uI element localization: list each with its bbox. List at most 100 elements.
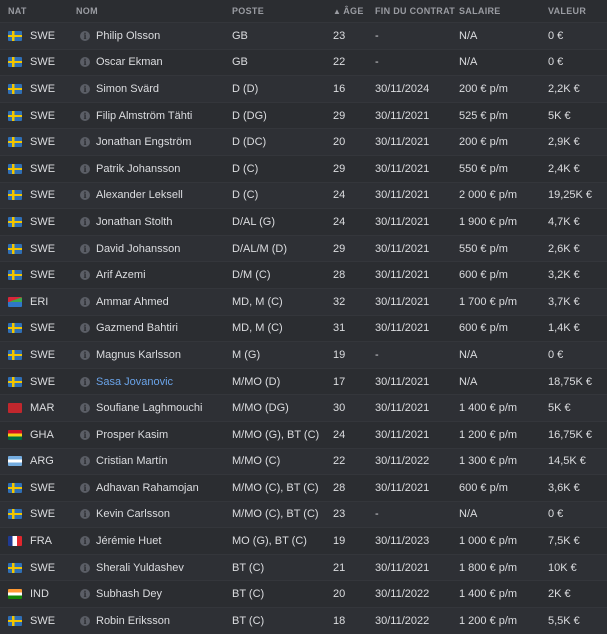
info-icon[interactable]: i — [80, 349, 90, 360]
player-name[interactable]: Sherali Yuldashev — [96, 562, 184, 574]
table-row[interactable]: ARG i Cristian Martín M/MO (C) 22 30/11/… — [0, 447, 607, 475]
header-contract[interactable]: FIN DU CONTRAT — [374, 6, 459, 16]
player-name[interactable]: Gazmend Bahtiri — [96, 322, 178, 334]
player-name[interactable]: Soufiane Laghmouchi — [96, 402, 202, 414]
table-row[interactable]: SWE i Gazmend Bahtiri MD, M (C) 31 30/11… — [0, 314, 607, 342]
info-icon[interactable]: i — [80, 562, 90, 573]
player-name[interactable]: Cristian Martín — [96, 455, 168, 467]
info-icon[interactable]: i — [80, 137, 90, 148]
table-row[interactable]: SWE i Filip Almström Tähti D (DG) 29 30/… — [0, 101, 607, 129]
table-row[interactable]: ERI i Ammar Ahmed MD, M (C) 32 30/11/202… — [0, 287, 607, 315]
header-salary-label: SALAIRE — [459, 6, 501, 16]
nationality-cell: ARG — [0, 455, 76, 467]
player-name[interactable]: Arif Azemi — [96, 269, 146, 281]
table-row[interactable]: SWE i Sherali Yuldashev BT (C) 21 30/11/… — [0, 553, 607, 581]
info-icon[interactable]: i — [80, 615, 90, 626]
player-name[interactable]: Prosper Kasim — [96, 429, 168, 441]
name-cell: i Jonathan Stolth — [76, 216, 228, 228]
sweden-flag-icon — [8, 137, 22, 148]
table-row[interactable]: SWE i Sasa Jovanovic M/MO (D) 17 30/11/2… — [0, 367, 607, 395]
table-row[interactable]: SWE i Adhavan Rahamojan M/MO (C), BT (C)… — [0, 474, 607, 501]
contract-end-cell: 30/11/2024 — [375, 82, 430, 95]
info-icon[interactable]: i — [80, 429, 90, 440]
table-row[interactable]: SWE i Patrik Johansson D (C) 29 30/11/20… — [0, 154, 607, 182]
table-row[interactable]: SWE i David Johansson D/AL/M (D) 29 30/1… — [0, 234, 607, 262]
sweden-flag-icon — [8, 57, 22, 68]
contract-end-cell: 30/11/2021 — [375, 295, 430, 308]
player-name[interactable]: Jonathan Engström — [96, 136, 191, 148]
player-name[interactable]: Oscar Ekman — [96, 56, 163, 68]
player-name[interactable]: Jérémie Huet — [96, 535, 161, 547]
info-icon[interactable]: i — [80, 163, 90, 174]
table-row[interactable]: IND i Subhash Dey BT (C) 20 30/11/2022 1… — [0, 580, 607, 608]
info-icon[interactable]: i — [80, 376, 90, 387]
sweden-flag-icon — [8, 216, 22, 227]
player-name[interactable]: Philip Olsson — [96, 30, 160, 42]
header-nat[interactable]: NAT — [0, 6, 76, 16]
nationality-code: SWE — [30, 481, 56, 494]
contract-end-cell: 30/11/2021 — [375, 428, 430, 441]
table-row[interactable]: SWE i Magnus Karlsson M (G) 19 - N/A 0 € — [0, 341, 607, 368]
player-name[interactable]: Filip Almström Tähti — [96, 110, 192, 122]
position-cell: BT (C) — [232, 588, 265, 601]
sort-ascending-icon: ▲ — [333, 7, 342, 16]
player-name[interactable]: Patrik Johansson — [96, 163, 180, 175]
info-icon[interactable]: i — [80, 482, 90, 493]
table-row[interactable]: SWE i Philip Olsson GB 23 - N/A 0 € — [0, 22, 607, 49]
header-name[interactable]: NOM — [76, 6, 228, 16]
contract-end-cell: 30/11/2021 — [375, 561, 430, 574]
player-name[interactable]: Alexander Leksell — [96, 189, 183, 201]
info-icon[interactable]: i — [80, 456, 90, 467]
name-cell: i Oscar Ekman — [76, 56, 228, 68]
info-icon[interactable]: i — [80, 190, 90, 201]
name-cell: i Adhavan Rahamojan — [76, 482, 228, 494]
info-icon[interactable]: i — [80, 243, 90, 254]
table-row[interactable]: SWE i Arif Azemi D/M (C) 28 30/11/2021 6… — [0, 261, 607, 288]
name-cell: i Filip Almström Tähti — [76, 110, 228, 122]
contract-end-cell: 30/11/2021 — [375, 189, 430, 202]
player-name[interactable]: Ammar Ahmed — [96, 296, 169, 308]
player-name[interactable]: Robin Eriksson — [96, 615, 170, 627]
player-name[interactable]: Kevin Carlsson — [96, 508, 170, 520]
player-name[interactable]: Subhash Dey — [96, 588, 162, 600]
player-name[interactable]: David Johansson — [96, 243, 180, 255]
salary-cell: 525 € p/m — [459, 109, 508, 122]
info-icon[interactable]: i — [80, 30, 90, 41]
nationality-code: IND — [30, 588, 49, 601]
table-row[interactable]: SWE i Alexander Leksell D (C) 24 30/11/2… — [0, 181, 607, 209]
contract-end-cell: 30/11/2021 — [375, 375, 430, 388]
info-icon[interactable]: i — [80, 589, 90, 600]
header-position[interactable]: POSTE — [228, 6, 329, 16]
name-cell: i David Johansson — [76, 243, 228, 255]
table-row[interactable]: GHA i Prosper Kasim M/MO (G), BT (C) 24 … — [0, 420, 607, 448]
nationality-code: ARG — [30, 455, 54, 468]
table-row[interactable]: SWE i Kevin Carlsson M/MO (C), BT (C) 23… — [0, 500, 607, 528]
info-icon[interactable]: i — [80, 536, 90, 547]
table-row[interactable]: MAR i Soufiane Laghmouchi M/MO (DG) 30 3… — [0, 394, 607, 421]
info-icon[interactable]: i — [80, 403, 90, 414]
header-salary[interactable]: SALAIRE — [459, 6, 548, 16]
info-icon[interactable]: i — [80, 110, 90, 121]
table-row[interactable]: SWE i Oscar Ekman GB 22 - N/A 0 € — [0, 48, 607, 76]
table-row[interactable]: SWE i Robin Eriksson BT (C) 18 30/11/202… — [0, 607, 607, 634]
player-name[interactable]: Adhavan Rahamojan — [96, 482, 199, 494]
info-icon[interactable]: i — [80, 83, 90, 94]
player-name[interactable]: Sasa Jovanovic — [96, 376, 173, 388]
table-row[interactable]: SWE i Simon Svärd D (D) 16 30/11/2024 20… — [0, 75, 607, 102]
info-icon[interactable]: i — [80, 323, 90, 334]
header-value[interactable]: VALEUR — [548, 6, 607, 16]
age-cell: 17 — [333, 375, 346, 388]
table-row[interactable]: SWE i Jonathan Engström D (DC) 20 30/11/… — [0, 128, 607, 155]
table-row[interactable]: SWE i Jonathan Stolth D/AL (G) 24 30/11/… — [0, 208, 607, 235]
player-name[interactable]: Magnus Karlsson — [96, 349, 181, 361]
info-icon[interactable]: i — [80, 57, 90, 68]
info-icon[interactable]: i — [80, 296, 90, 307]
player-name[interactable]: Simon Svärd — [96, 83, 159, 95]
info-icon[interactable]: i — [80, 270, 90, 281]
table-row[interactable]: FRA i Jérémie Huet MO (G), BT (C) 19 30/… — [0, 527, 607, 554]
player-name[interactable]: Jonathan Stolth — [96, 216, 172, 228]
info-icon[interactable]: i — [80, 216, 90, 227]
header-age[interactable]: ▲ ÂGE — [329, 6, 374, 16]
info-icon[interactable]: i — [80, 509, 90, 520]
value-cell: 0 € — [548, 508, 564, 521]
